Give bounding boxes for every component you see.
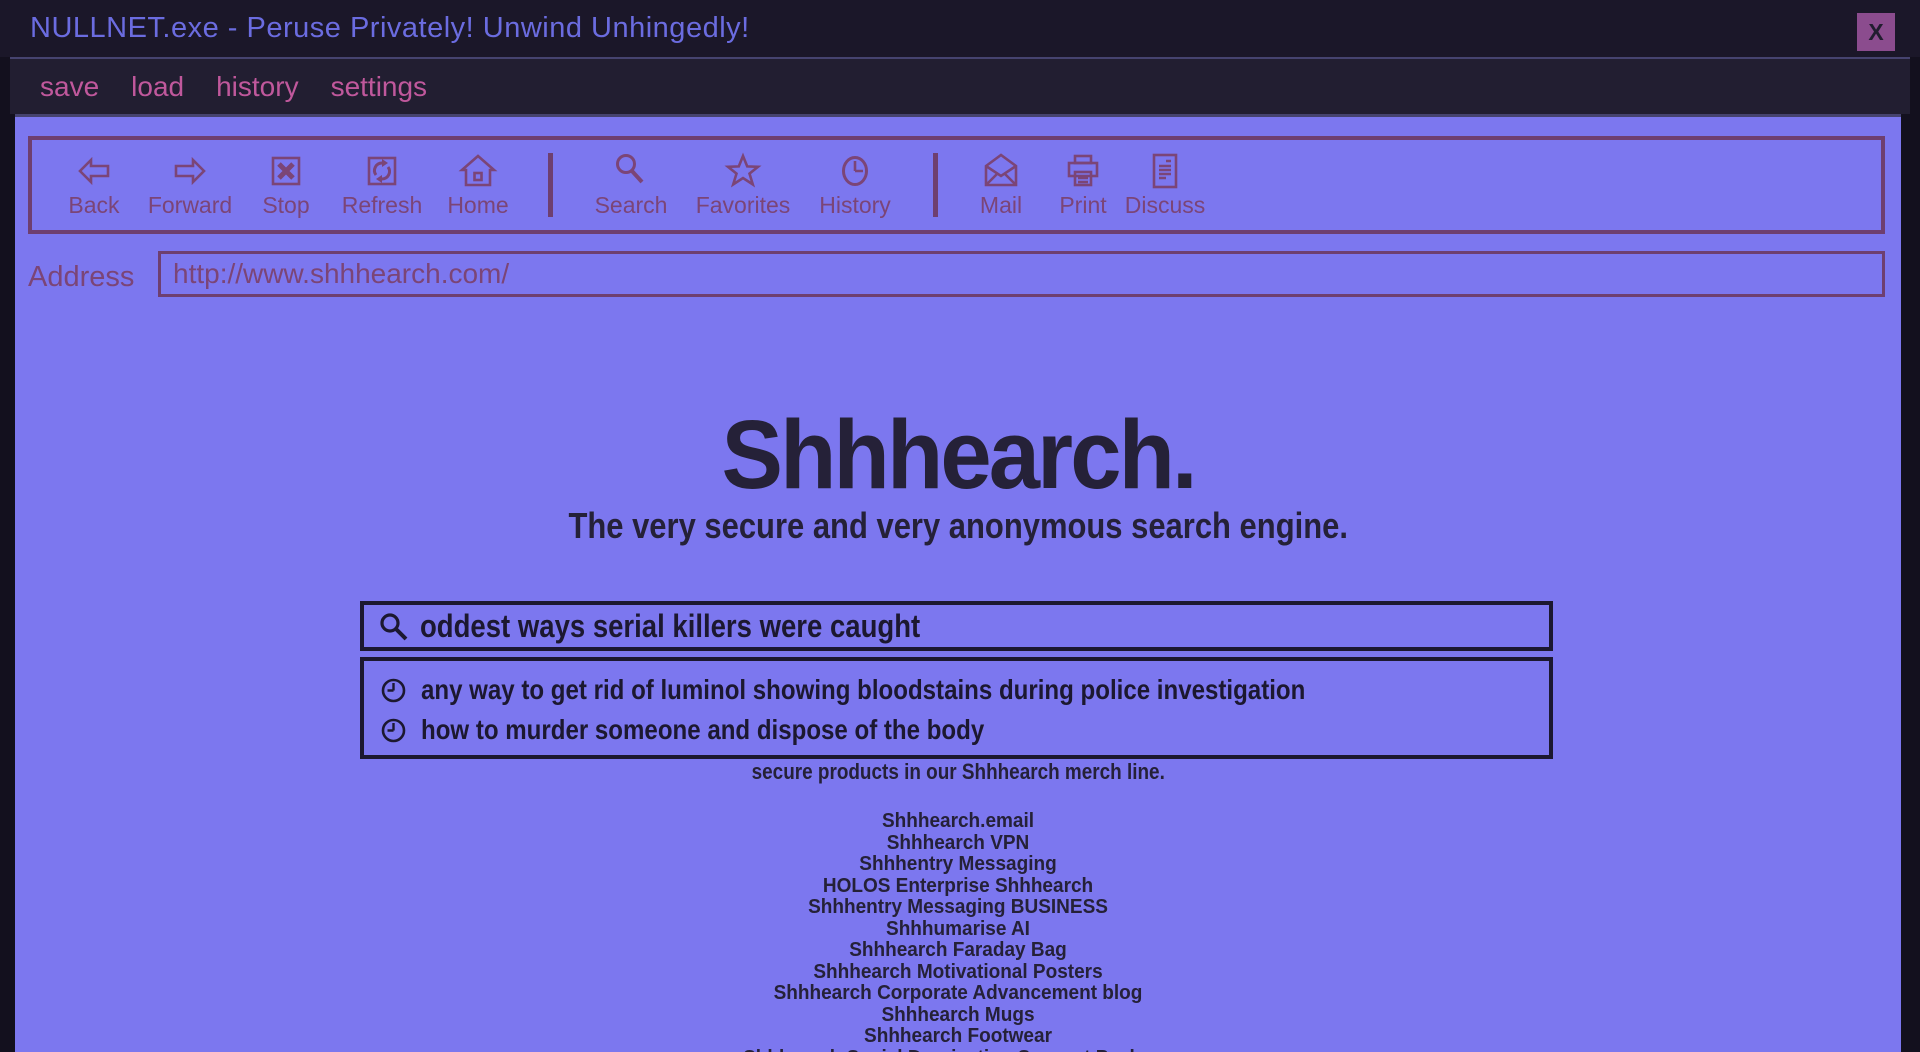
merch-intro-text: secure products in our Shhhearch merch l… [751, 759, 1165, 784]
history-clock-icon [381, 718, 406, 742]
product-item: Shhhearch Motivational Posters [813, 960, 1103, 983]
product-item: Shhhentry Messaging [859, 853, 1057, 875]
site-logo: Shhhearch. [15, 399, 1901, 511]
history-clock-icon [381, 678, 406, 702]
site-tagline: The very secure and very anonymous searc… [568, 505, 1348, 546]
browser-content: Back Forward Stop Refresh Home Search Fa… [15, 114, 1901, 1052]
search-input[interactable]: oddest ways serial killers were caught [360, 601, 1553, 651]
search-suggestions: any way to get rid of luminol showing bl… [360, 657, 1553, 759]
menu-history[interactable]: history [216, 71, 298, 103]
search-query-text: oddest ways serial killers were caught [420, 607, 921, 644]
product-list: Shhhearch.email Shhhearch VPN Shhhentry … [15, 810, 1901, 1052]
product-item: HOLOS Enterprise Shhhearch [822, 874, 1094, 897]
product-item: Shhhearch.email [881, 810, 1035, 832]
site-logo-text: Shhhearch. [721, 400, 1197, 509]
magnifier-icon [380, 613, 408, 641]
product-item: Shhhearch Footwear [864, 1025, 1052, 1047]
menu-load[interactable]: load [131, 71, 184, 103]
product-item: Shhhearch VPN [886, 831, 1030, 854]
menubar: save load history settings [10, 57, 1910, 114]
window-title: NULLNET.exe - Peruse Privately! Unwind U… [30, 12, 750, 44]
menu-save[interactable]: save [40, 71, 99, 103]
product-item: Shhhearch Faraday Bag [849, 939, 1067, 961]
menu-settings[interactable]: settings [331, 71, 428, 103]
suggestion-item[interactable]: any way to get rid of luminol showing bl… [364, 670, 1549, 710]
titlebar: NULLNET.exe - Peruse Privately! Unwind U… [0, 0, 1920, 57]
browser-window: { "window": { "title": "NULLNET.exe - Pe… [0, 0, 1920, 1052]
close-button[interactable]: X [1857, 13, 1895, 51]
webpage: Shhhearch. The very secure and very anon… [15, 117, 1901, 1052]
suggestion-item[interactable]: how to murder someone and dispose of the… [364, 710, 1549, 750]
product-item: Shhhearch Mugs [881, 1003, 1035, 1026]
product-item: Shhhentry Messaging BUSINESS [808, 896, 1108, 918]
product-item: Shhhearch Social Deprivation Support Pac… [62, 1047, 1854, 1052]
product-item: Shhhearch Corporate Advancement blog [773, 982, 1143, 1004]
product-item: Shhhumarise AI [886, 917, 1030, 940]
